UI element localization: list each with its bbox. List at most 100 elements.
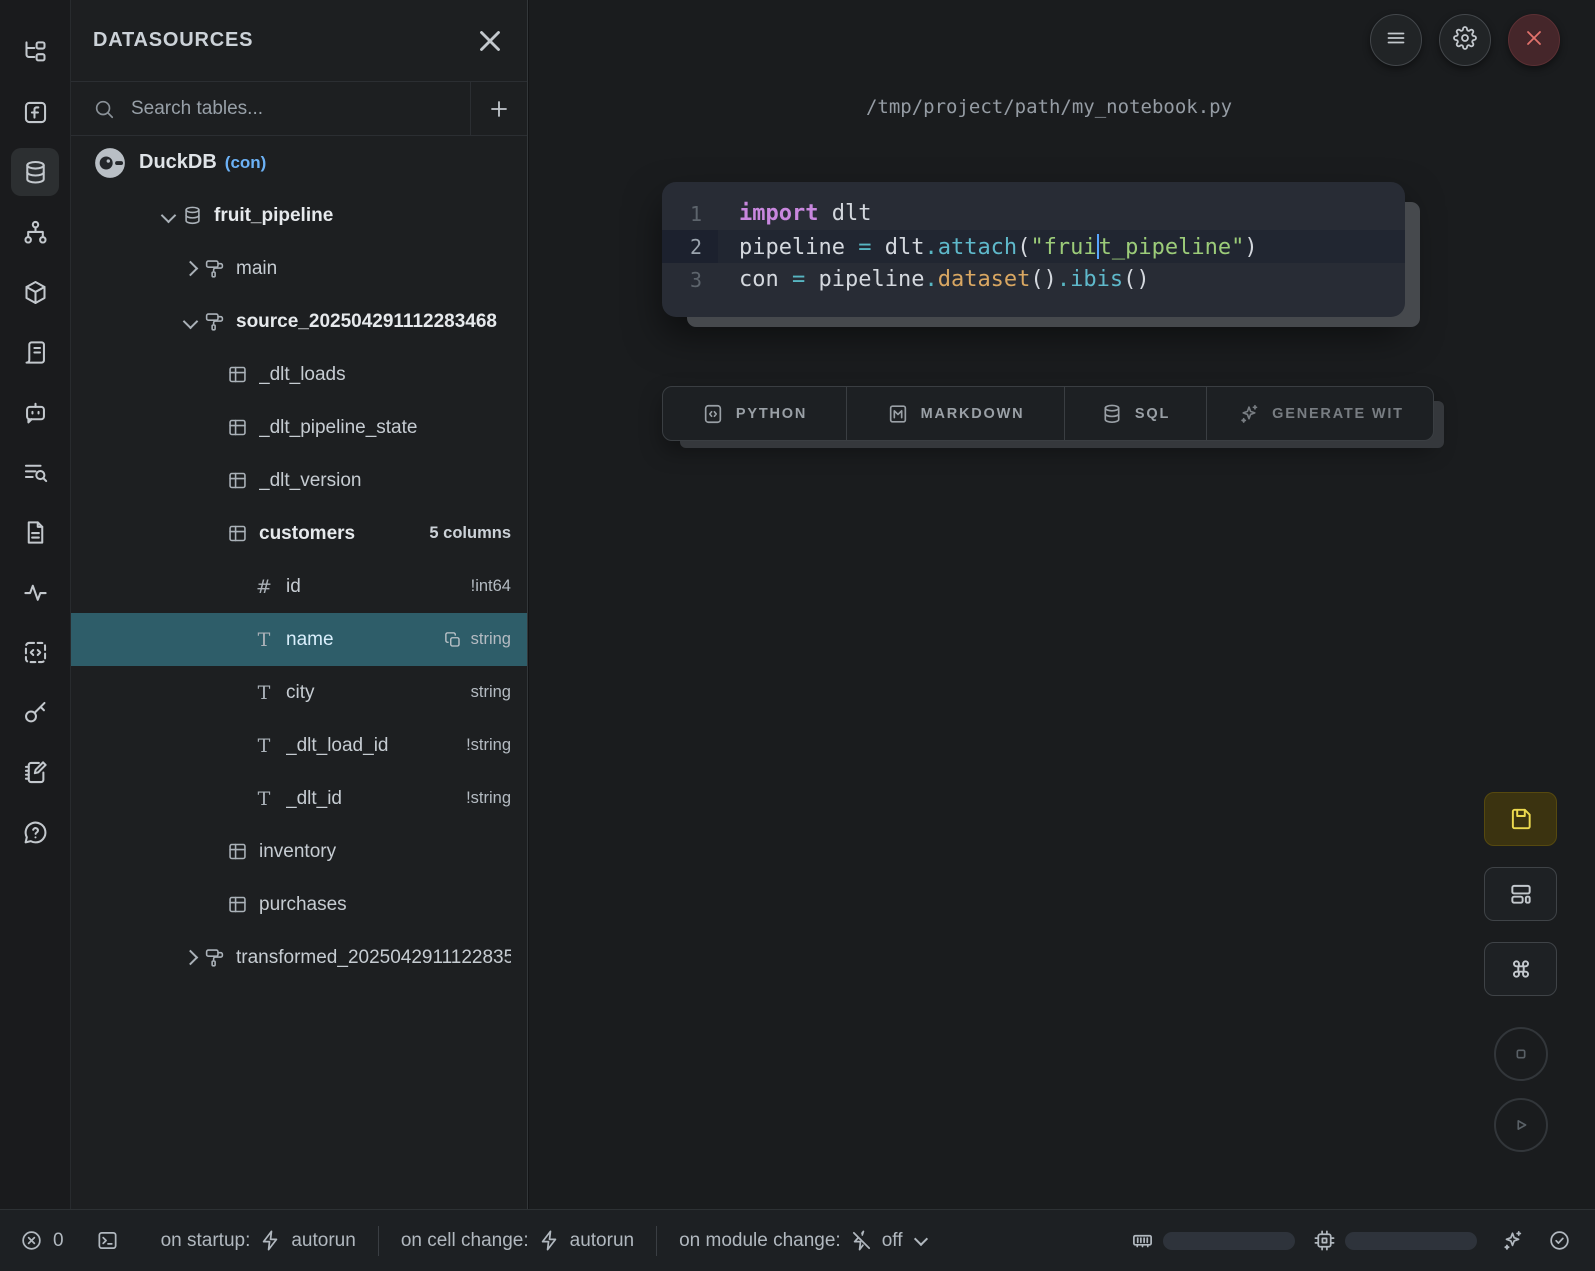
tree-label: main bbox=[236, 258, 511, 280]
tree-row-customers[interactable]: customers5 columns bbox=[71, 507, 527, 560]
number-type-icon: # bbox=[251, 576, 277, 598]
table-icon bbox=[224, 523, 250, 544]
sparkles-icon bbox=[1501, 1229, 1524, 1252]
hamburger-icon bbox=[1384, 26, 1408, 55]
search-box[interactable] bbox=[71, 82, 471, 135]
tree-row-purchases[interactable]: purchases bbox=[71, 878, 527, 931]
code-line-2[interactable]: 2pipeline = dlt.attach("fruit_pipeline") bbox=[662, 230, 1405, 263]
add-cell-label: SQL bbox=[1135, 406, 1170, 422]
roller-icon bbox=[201, 311, 227, 332]
tree-meta: !int64 bbox=[471, 577, 511, 596]
zap-icon bbox=[259, 1229, 282, 1252]
menu-button[interactable] bbox=[1370, 14, 1422, 66]
add-cell-sql-button[interactable]: SQL bbox=[1064, 387, 1206, 440]
save-button[interactable] bbox=[1484, 792, 1557, 846]
memory-usage-meter bbox=[1131, 1229, 1295, 1252]
rail-item-scroll[interactable] bbox=[11, 328, 59, 376]
code-line-3[interactable]: 3con = pipeline.dataset().ibis() bbox=[662, 263, 1405, 296]
tree-row-_dlt_id[interactable]: T_dlt_id!string bbox=[71, 772, 527, 825]
code-line-1[interactable]: 1import dlt bbox=[662, 197, 1405, 230]
rail-item-package-cube[interactable] bbox=[11, 268, 59, 316]
shortcuts-button[interactable] bbox=[1484, 942, 1557, 996]
rail-item-scratchpad[interactable] bbox=[11, 748, 59, 796]
rail-item-snippet-code[interactable] bbox=[11, 628, 59, 676]
add-cell-label: PYTHON bbox=[736, 406, 807, 422]
database-icon bbox=[22, 159, 49, 186]
memory-icon bbox=[1131, 1229, 1154, 1252]
tree-meta: string bbox=[471, 683, 511, 702]
rail-item-chat-bot[interactable] bbox=[11, 388, 59, 436]
run-controls bbox=[1494, 1027, 1548, 1169]
copy-icon[interactable] bbox=[444, 631, 462, 649]
line-number: 3 bbox=[662, 263, 718, 296]
close-icon[interactable] bbox=[473, 24, 507, 58]
search-input[interactable] bbox=[129, 97, 470, 121]
terminal-button[interactable] bbox=[96, 1229, 119, 1252]
connection-status-button[interactable] bbox=[1548, 1229, 1571, 1252]
line-number: 1 bbox=[662, 197, 718, 230]
chevron-right-icon[interactable] bbox=[179, 952, 201, 963]
chevron-down-icon bbox=[913, 1231, 927, 1245]
tree-row-_dlt_pipeline_state[interactable]: _dlt_pipeline_state bbox=[71, 401, 527, 454]
segment-label: on startup: bbox=[161, 1230, 251, 1252]
roller-icon bbox=[201, 947, 227, 968]
package-cube-icon bbox=[22, 279, 49, 306]
database-icon bbox=[179, 205, 205, 226]
tree-row-inventory[interactable]: inventory bbox=[71, 825, 527, 878]
add-cell-label: GENERATE WIT bbox=[1272, 406, 1404, 422]
config-on-module-change-toggle[interactable]: on module change:off bbox=[679, 1229, 925, 1252]
connection-badge: (con) bbox=[225, 153, 267, 173]
check-circle-icon bbox=[1548, 1229, 1571, 1252]
rail-item-document[interactable] bbox=[11, 508, 59, 556]
rail-item-function-square[interactable] bbox=[11, 88, 59, 136]
ai-assistant-button[interactable] bbox=[1501, 1229, 1524, 1252]
add-cell-markdown-button[interactable]: MARKDOWN bbox=[846, 387, 1064, 440]
add-cell-generate-wit-button[interactable]: GENERATE WIT bbox=[1206, 387, 1434, 440]
stop-button[interactable] bbox=[1494, 1027, 1548, 1081]
snippet-code-icon bbox=[22, 639, 49, 666]
text-type-icon: T bbox=[251, 735, 277, 757]
code-cell[interactable]: 1import dlt2pipeline = dlt.attach("fruit… bbox=[662, 182, 1405, 317]
play-icon bbox=[1510, 1114, 1532, 1136]
chevron-right-icon[interactable] bbox=[179, 263, 201, 274]
tree-row-id[interactable]: #id!int64 bbox=[71, 560, 527, 613]
config-on-startup-toggle[interactable]: on startup:autorun bbox=[161, 1229, 356, 1252]
add-datasource-button[interactable] bbox=[471, 82, 527, 135]
terminal-icon bbox=[96, 1229, 119, 1252]
code-text: pipeline = dlt.attach("fruit_pipeline") bbox=[718, 234, 1258, 260]
tree-row-_dlt_loads[interactable]: _dlt_loads bbox=[71, 348, 527, 401]
chevron-down-icon[interactable] bbox=[179, 316, 201, 327]
rail-item-activity[interactable] bbox=[11, 568, 59, 616]
tree-label: name bbox=[286, 629, 444, 651]
add-cell-python-button[interactable]: PYTHON bbox=[663, 387, 846, 440]
tree-row-_dlt_version[interactable]: _dlt_version bbox=[71, 454, 527, 507]
engine-row-duckdb[interactable]: DuckDB (con) bbox=[71, 136, 527, 189]
tree-row-name[interactable]: Tnamestring bbox=[71, 613, 527, 666]
rail-item-key[interactable] bbox=[11, 688, 59, 736]
segment-label: on cell change: bbox=[401, 1230, 529, 1252]
layout-button[interactable] bbox=[1484, 867, 1557, 921]
rail-item-list-search[interactable] bbox=[11, 448, 59, 496]
chevron-down-icon[interactable] bbox=[157, 210, 179, 221]
tree-row-main[interactable]: main bbox=[71, 242, 527, 295]
rail-item-database[interactable] bbox=[11, 148, 59, 196]
rail-item-file-tree[interactable] bbox=[11, 28, 59, 76]
rail-item-help-bubble[interactable] bbox=[11, 808, 59, 856]
engine-name: DuckDB bbox=[139, 151, 217, 174]
separator bbox=[378, 1226, 379, 1256]
rail-item-dependency-graph[interactable] bbox=[11, 208, 59, 256]
settings-button[interactable] bbox=[1439, 14, 1491, 66]
sparkles-icon bbox=[1238, 403, 1260, 425]
tree-meta: 5 columns bbox=[429, 524, 511, 543]
code-text: con = pipeline.dataset().ibis() bbox=[718, 267, 1150, 292]
tree-row-city[interactable]: Tcitystring bbox=[71, 666, 527, 719]
tree-row-transformed_202504291112283581[interactable]: transformed_202504291112283581 bbox=[71, 931, 527, 984]
error-count-button[interactable]: 0 bbox=[20, 1229, 64, 1252]
add-cell-button-row: PYTHON MARKDOWN SQL GENERATE WIT bbox=[662, 386, 1434, 441]
tree-row-fruit_pipeline[interactable]: fruit_pipeline bbox=[71, 189, 527, 242]
config-on-cell-change-toggle[interactable]: on cell change:autorun bbox=[401, 1229, 634, 1252]
tree-row-source_202504291112283468[interactable]: source_202504291112283468 bbox=[71, 295, 527, 348]
shutdown-button[interactable] bbox=[1508, 14, 1560, 66]
tree-row-_dlt_load_id[interactable]: T_dlt_load_id!string bbox=[71, 719, 527, 772]
run-button[interactable] bbox=[1494, 1098, 1548, 1152]
